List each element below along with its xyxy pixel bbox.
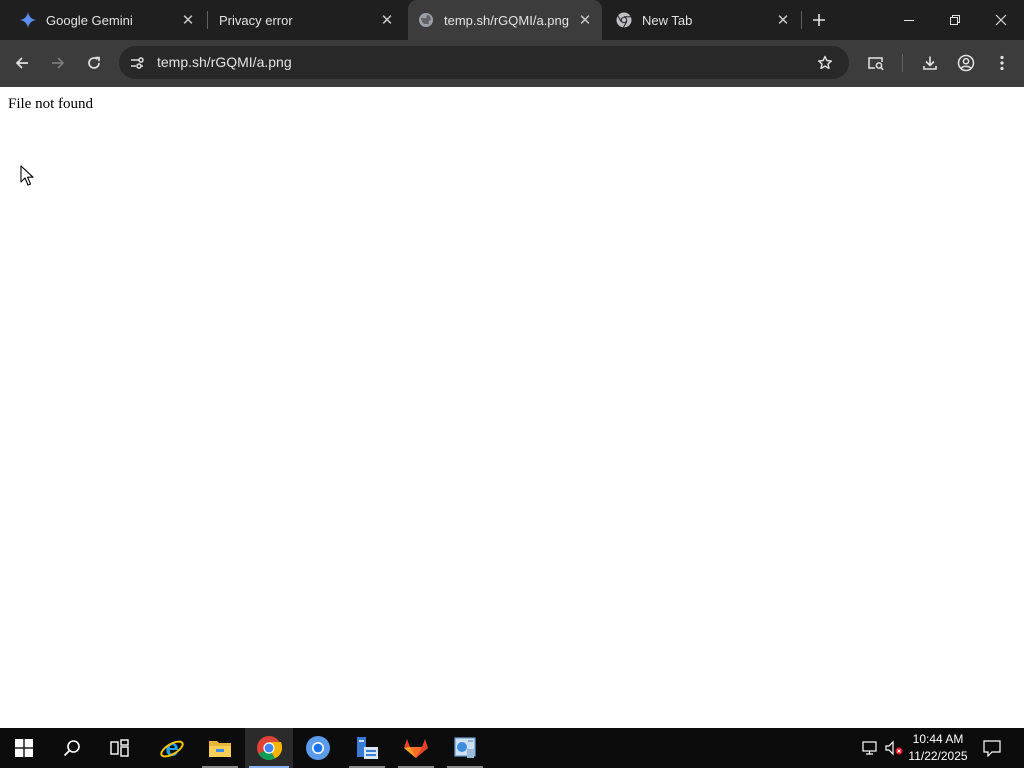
windows-start-icon — [15, 739, 33, 757]
profile-icon — [957, 54, 975, 72]
page-content: File not found — [0, 87, 1024, 728]
search-button[interactable] — [48, 728, 96, 768]
profile-button[interactable] — [952, 49, 980, 77]
globe-icon — [418, 12, 434, 28]
chrome-alt-icon — [306, 736, 330, 760]
gitlab-button[interactable] — [392, 728, 440, 768]
mouse-cursor-icon — [20, 165, 34, 192]
back-arrow-icon — [15, 57, 28, 69]
reload-button[interactable] — [80, 49, 108, 77]
forward-arrow-icon — [52, 57, 65, 69]
chrome-taskbar-button[interactable] — [245, 728, 293, 768]
close-icon[interactable]: ✕ — [377, 10, 397, 30]
close-icon[interactable]: ✕ — [178, 10, 198, 30]
tab-title: Privacy error — [219, 12, 293, 28]
bookmark-star-icon[interactable] — [816, 54, 834, 72]
tab-privacy-error[interactable]: Privacy error ✕ — [208, 0, 404, 40]
tab-divider — [801, 11, 802, 29]
toolbar-divider — [902, 54, 903, 72]
file-explorer-button[interactable] — [196, 728, 244, 768]
search-icon — [63, 740, 80, 757]
downloads-button[interactable] — [916, 49, 944, 77]
tab-title: New Tab — [642, 12, 693, 28]
control-panel-icon — [454, 737, 476, 758]
internet-explorer-button[interactable]: e — [148, 728, 196, 768]
internet-explorer-icon: e — [160, 735, 184, 761]
chrome-icon — [257, 736, 282, 761]
server-manager-button[interactable] — [343, 728, 391, 768]
clock-date: 11/22/2025 — [908, 749, 968, 763]
close-icon[interactable]: ✕ — [575, 10, 595, 30]
url-text[interactable]: temp.sh/rGQMI/a.png — [157, 54, 292, 70]
restore-button[interactable] — [932, 0, 978, 40]
task-view-icon — [110, 739, 129, 757]
minimize-button[interactable] — [886, 0, 932, 40]
back-button[interactable] — [8, 49, 36, 77]
close-icon[interactable]: ✕ — [773, 10, 793, 30]
notifications-icon[interactable] — [982, 738, 1002, 758]
tab-strip: Google Gemini ✕ Privacy error ✕ temp.sh/… — [0, 0, 1024, 40]
close-icon — [995, 14, 1007, 26]
taskbar: e 10:44 AM 11/22/2025 — [0, 728, 1024, 768]
clock-time: 10:44 AM — [912, 732, 964, 746]
browser-toolbar: temp.sh/rGQMI/a.png — [0, 40, 1024, 87]
tab-new-tab[interactable]: New Tab ✕ — [604, 0, 800, 40]
tab-title: Google Gemini — [46, 12, 133, 28]
tab-search-button[interactable] — [862, 49, 890, 77]
tab-title: temp.sh/rGQMI/a.png — [444, 12, 569, 28]
file-not-found-message: File not found — [8, 96, 93, 112]
kebab-menu-icon — [1000, 55, 1004, 71]
new-tab-button[interactable] — [806, 8, 832, 32]
chrome-icon — [616, 12, 632, 28]
close-window-button[interactable] — [978, 0, 1024, 40]
tab-search-icon — [868, 57, 884, 71]
system-clock[interactable]: 10:44 AM 11/22/2025 — [905, 731, 971, 765]
forward-button[interactable] — [44, 49, 72, 77]
chrome-alt-button[interactable] — [294, 728, 342, 768]
address-bar[interactable]: temp.sh/rGQMI/a.png — [119, 46, 849, 79]
volume-muted-icon[interactable] — [884, 738, 904, 758]
plus-icon — [813, 14, 825, 26]
menu-button[interactable] — [988, 49, 1016, 77]
tab-temp-sh[interactable]: temp.sh/rGQMI/a.png ✕ — [408, 0, 602, 40]
windows-start-button[interactable] — [0, 728, 48, 768]
restore-icon — [950, 15, 960, 25]
download-icon — [923, 56, 937, 70]
gemini-icon — [20, 12, 36, 28]
minimize-icon — [904, 20, 914, 21]
network-icon[interactable] — [860, 738, 880, 758]
control-panel-button[interactable] — [441, 728, 489, 768]
file-explorer-icon — [209, 741, 231, 757]
task-view-button[interactable] — [96, 728, 144, 768]
reload-icon — [88, 56, 100, 69]
tab-google-gemini[interactable]: Google Gemini ✕ — [8, 0, 204, 40]
site-info-icon[interactable] — [128, 54, 145, 71]
gitlab-icon — [404, 739, 428, 758]
server-manager-icon — [357, 737, 378, 759]
